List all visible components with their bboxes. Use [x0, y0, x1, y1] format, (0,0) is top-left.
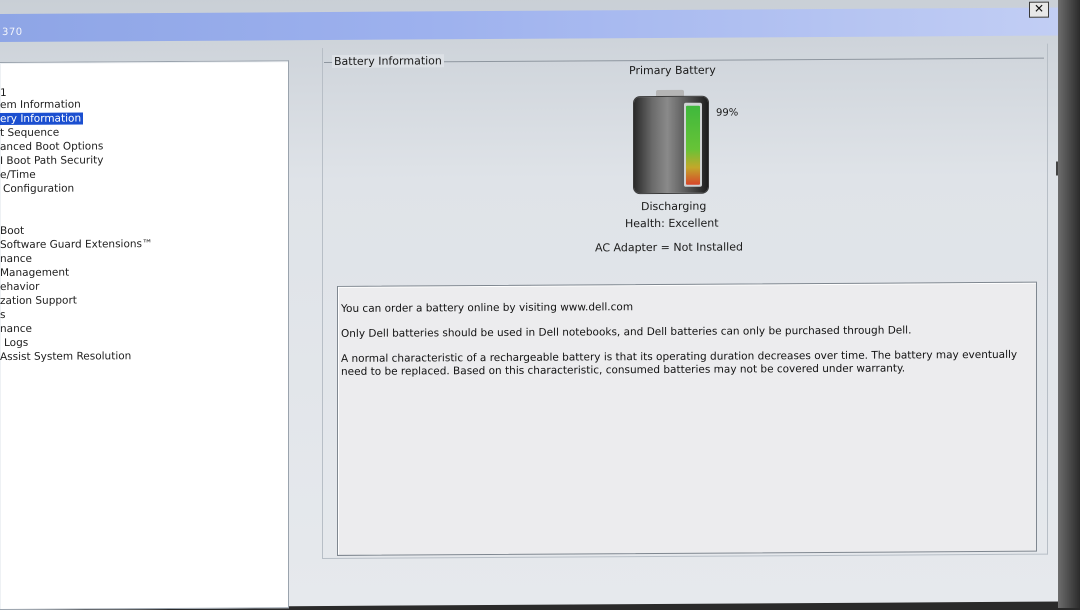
battery-status: Discharging: [641, 199, 707, 214]
nav-item-configuration[interactable]: Configuration: [3, 183, 74, 195]
ac-adapter-status: AC Adapter = Not Installed: [595, 240, 743, 255]
nav-item-power-management[interactable]: Management: [0, 267, 69, 279]
battery-percent: 99%: [716, 107, 739, 119]
nav-item-advanced-boot-options[interactable]: anced Boot Options: [0, 140, 103, 153]
close-button[interactable]: ✕: [1029, 1, 1049, 18]
group-label: Battery Information: [332, 54, 444, 68]
nav-item-date-time[interactable]: e/Time: [0, 169, 36, 181]
battery-health: Health: Excellent: [625, 216, 719, 231]
monitor-bezel-right: [1058, 0, 1080, 608]
nav-item-system-information[interactable]: em Information: [0, 99, 81, 111]
nav-item-system-logs[interactable]: Logs: [4, 337, 28, 349]
nav-item-virtualization-support[interactable]: zation Support: [0, 295, 77, 307]
bios-screen: 370 ✕ 1 em Information ery Information t…: [0, 0, 1062, 610]
nav-item-post-behavior[interactable]: ehavior: [0, 281, 39, 293]
nav-item-uefi-boot-path-security[interactable]: I Boot Path Security: [0, 154, 103, 167]
battery-level-slot: [684, 102, 702, 187]
primary-battery-title: Primary Battery: [629, 63, 716, 78]
info-order-online: You can order a battery online by visiti…: [341, 301, 634, 315]
nav-item-supportassist-system-resolution[interactable]: Assist System Resolution: [0, 350, 131, 363]
settings-nav-tree: 1 em Information ery Information t Seque…: [0, 60, 289, 610]
battery-level-fill: [686, 105, 700, 185]
nav-item-boot-sequence[interactable]: t Sequence: [0, 127, 59, 139]
battery-icon: [634, 89, 708, 194]
nav-item[interactable]: 1: [0, 87, 7, 99]
title-bar: 370: [0, 7, 1062, 42]
nav-item-software-guard-extensions[interactable]: Software Guard Extensions™: [0, 238, 153, 251]
window-title: 370: [2, 26, 23, 38]
nav-item-battery-information[interactable]: ery Information: [0, 112, 84, 125]
nav-item-wireless[interactable]: s: [0, 309, 5, 321]
nav-item-boot[interactable]: Boot: [0, 225, 24, 237]
nav-item-maintenance[interactable]: nance: [0, 323, 32, 335]
nav-item-performance[interactable]: nance: [0, 253, 32, 265]
info-battery-characteristic: A normal characteristic of a rechargeabl…: [341, 348, 1018, 378]
info-text-box: [337, 281, 1037, 556]
